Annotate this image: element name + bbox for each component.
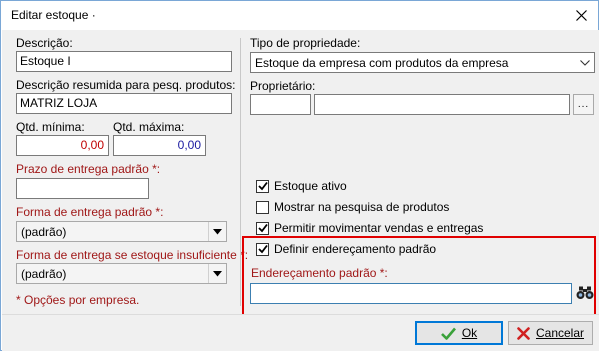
checkbox-label: Mostrar na pesquisa de produtos <box>274 200 450 214</box>
tipo-propriedade-label: Tipo de propriedade: <box>250 36 361 50</box>
chevron-down-icon <box>208 222 226 241</box>
cancel-button[interactable]: Cancelar <box>508 321 593 345</box>
dialog-footer: Ok Cancelar <box>2 314 599 351</box>
window-title: Editar estoque · <box>11 8 96 22</box>
forma-insuficiente-value: (padrão) <box>21 267 67 281</box>
binoculars-icon <box>576 286 594 299</box>
qtd-maxima-input[interactable]: 0,00 <box>113 135 206 156</box>
resumida-label: Descrição resumida para pesq. produtos: <box>16 78 236 92</box>
checkmark-icon <box>257 244 268 254</box>
cancel-label: Cancelar <box>535 326 585 340</box>
forma-entrega-select[interactable]: (padrão) <box>16 221 227 242</box>
checkbox-box <box>256 242 269 256</box>
enderecamento-label: Endereçamento padrão *: <box>251 266 388 280</box>
close-button[interactable] <box>564 1 598 30</box>
dialog-content: Descrição: Estoque I Descrição resumida … <box>2 30 599 316</box>
permitir-movimentar-checkbox[interactable]: Permitir movimentar vendas e entregas <box>256 221 483 235</box>
estoque-ativo-checkbox[interactable]: Estoque ativo <box>256 179 347 193</box>
checkbox-label: Estoque ativo <box>274 179 347 193</box>
qtd-minima-input[interactable]: 0,00 <box>16 135 109 156</box>
checkbox-box <box>256 179 269 193</box>
proprietario-label: Proprietário: <box>250 79 316 93</box>
qtd-minima-label: Qtd. mínima: <box>16 120 85 134</box>
ok-label: Ok <box>461 326 478 340</box>
binoculars-search-button[interactable] <box>575 283 595 303</box>
definir-enderecamento-checkbox[interactable]: Definir endereçamento padrão <box>256 242 436 256</box>
forma-entrega-label: Forma de entrega padrão *: <box>16 205 164 219</box>
proprietario-name-input[interactable] <box>314 94 570 115</box>
checkmark-icon <box>257 181 268 191</box>
checkbox-box <box>256 200 269 214</box>
cancel-x-icon <box>517 326 530 340</box>
checkbox-label: Definir endereçamento padrão <box>274 242 437 256</box>
tipo-propriedade-value: Estoque da empresa com produtos da empre… <box>255 56 509 70</box>
checkbox-box <box>256 221 269 235</box>
forma-insuficiente-select[interactable]: (padrão) <box>16 263 227 284</box>
forma-entrega-value: (padrão) <box>21 225 67 239</box>
checkbox-label: Permitir movimentar vendas e entregas <box>274 221 484 235</box>
chevron-down-icon <box>576 53 594 72</box>
ok-button[interactable]: Ok <box>415 321 503 345</box>
forma-insuficiente-label: Forma de entrega se estoque insuficiente… <box>16 248 249 262</box>
mostrar-pesquisa-checkbox[interactable]: Mostrar na pesquisa de produtos <box>256 200 449 214</box>
resumida-input[interactable]: MATRIZ LOJA <box>16 93 232 114</box>
qtd-maxima-label: Qtd. máxima: <box>113 120 185 134</box>
checkmark-icon <box>257 223 268 233</box>
descricao-input[interactable]: Estoque I <box>16 51 232 72</box>
prazo-input[interactable] <box>16 178 149 199</box>
search-proprietario-button[interactable]: ... <box>573 94 594 115</box>
close-icon <box>575 10 587 21</box>
edit-stock-dialog: Editar estoque · Descrição: Estoque I De… <box>0 0 599 351</box>
enderecamento-input[interactable] <box>250 283 572 304</box>
column-divider <box>240 38 241 306</box>
proprietario-code-input[interactable] <box>250 94 311 115</box>
descricao-label: Descrição: <box>16 36 73 50</box>
chevron-down-icon <box>208 264 226 283</box>
title-bar: Editar estoque · <box>1 1 598 30</box>
ok-check-icon <box>440 327 456 340</box>
tipo-propriedade-select[interactable]: Estoque da empresa com produtos da empre… <box>250 52 595 73</box>
prazo-label: Prazo de entrega padrão *: <box>16 162 161 176</box>
options-note: * Opções por empresa. <box>16 293 140 307</box>
